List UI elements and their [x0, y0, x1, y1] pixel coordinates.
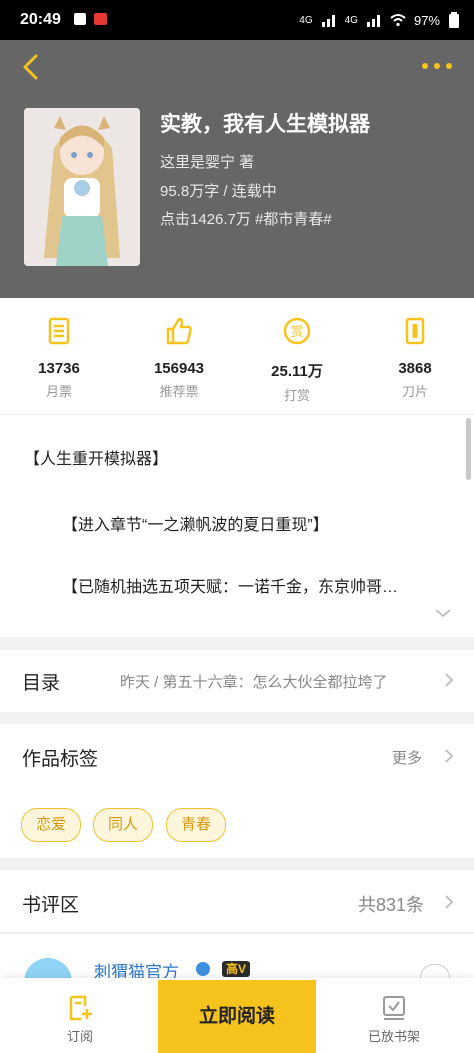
- notification-icon: [74, 13, 86, 25]
- more-options-icon[interactable]: [418, 56, 458, 76]
- toc-latest-chapter: 昨天 / 第五十六章：怎么大伙全都拉垮了: [120, 674, 388, 691]
- stats-bar: 13736 月票 156943 推荐票 赏 25.11万 打赏 3868 刀片: [0, 298, 474, 414]
- stat-recommend[interactable]: 156943 推荐票: [124, 316, 234, 400]
- monthly-ticket-icon: [48, 317, 70, 345]
- stat-label: 打赏: [283, 388, 310, 403]
- chevron-right-icon: [445, 673, 454, 687]
- read-now-button[interactable]: 立即阅读: [158, 980, 316, 1053]
- stat-blade[interactable]: 3868 刀片: [360, 316, 470, 400]
- synopsis-line: 【已随机抽选五项天赋：一诺千金，东京帅哥…: [62, 579, 399, 596]
- blade-icon: [405, 317, 425, 345]
- back-icon[interactable]: [16, 50, 50, 84]
- status-time: 20:49: [20, 11, 61, 28]
- expand-chevron-icon[interactable]: [434, 607, 452, 619]
- stat-value: 25.11万: [271, 363, 323, 380]
- status-bar: 20:49 4G 4G 97%: [0, 0, 474, 40]
- subscribe-label: 订阅: [66, 1029, 93, 1044]
- cover-illustration: [24, 108, 140, 266]
- battery-icon: [449, 12, 459, 28]
- battery-level: 97%: [413, 12, 440, 28]
- scrollbar[interactable]: [466, 418, 471, 480]
- stat-value: 156943: [153, 360, 205, 377]
- tag-chip[interactable]: 青春: [166, 808, 226, 842]
- stat-value: 13736: [38, 360, 80, 377]
- stat-value: 3868: [398, 360, 432, 377]
- stat-label: 刀片: [401, 384, 428, 399]
- reviews-title: 书评区: [22, 895, 80, 916]
- verified-icon: [196, 962, 210, 976]
- synopsis-panel[interactable]: 【人生重开模拟器】 【进入章节“一之濑帆波的夏日重现”】 【已随机抽选五项天赋：…: [0, 414, 474, 637]
- signal-icon-2: [366, 15, 380, 27]
- tags-title: 作品标签: [22, 749, 99, 770]
- subscribe-button[interactable]: 订阅: [40, 994, 120, 1045]
- network-2: 4G: [344, 14, 358, 26]
- toc-title: 目录: [22, 673, 61, 694]
- book-title: 实教，我有人生模拟器: [160, 113, 370, 136]
- chevron-right-icon: [445, 895, 454, 909]
- book-cover[interactable]: [24, 108, 140, 266]
- svg-text:赏: 赏: [290, 325, 303, 340]
- reviews-header[interactable]: 书评区 共831条: [0, 870, 474, 932]
- toc-row[interactable]: 目录 昨天 / 第五十六章：怎么大伙全都拉垮了: [0, 650, 474, 712]
- bookshelf-button[interactable]: 已放书架: [354, 994, 434, 1045]
- author-line[interactable]: 这里是婴宁 著: [160, 151, 254, 172]
- network-1: 4G: [299, 14, 313, 26]
- tag-chip[interactable]: 同人: [93, 808, 153, 842]
- chevron-right-icon[interactable]: [444, 748, 454, 764]
- wifi-icon: [390, 14, 406, 27]
- review-item[interactable]: 刺猬猫官方 高V: [0, 934, 474, 1006]
- vip-badge: 高V: [222, 961, 251, 977]
- reward-icon: 赏: [283, 317, 311, 345]
- clicks-category: 点击1426.7万 #都市青春#: [160, 211, 332, 228]
- subscribe-icon: [69, 995, 92, 1021]
- tags-more-link[interactable]: 更多: [392, 747, 422, 768]
- signal-icon: [321, 15, 335, 27]
- tag-chip[interactable]: 恋爱: [21, 808, 81, 842]
- synopsis-line: 【进入章节“一之濑帆波的夏日重现”】: [62, 517, 329, 534]
- app-notification-icon: [94, 13, 107, 25]
- word-status: 95.8万字 / 连载中: [160, 183, 277, 200]
- reviews-count: 共831条: [358, 895, 425, 915]
- stat-label: 推荐票: [159, 384, 199, 399]
- bookshelf-check-icon: [383, 996, 405, 1020]
- stat-monthly-ticket[interactable]: 13736 月票: [4, 316, 114, 400]
- stat-reward[interactable]: 赏 25.11万 打赏: [242, 316, 352, 404]
- synopsis-line: 【人生重开模拟器】: [24, 451, 169, 468]
- stat-label: 月票: [45, 384, 72, 399]
- bookshelf-label: 已放书架: [367, 1029, 420, 1044]
- thumbs-up-icon: [166, 317, 192, 345]
